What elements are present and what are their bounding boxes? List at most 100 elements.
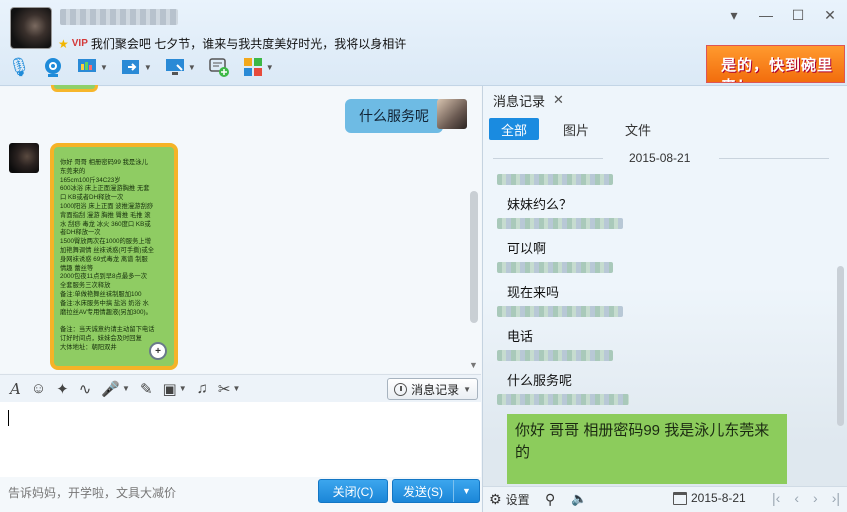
maximize-button[interactable]: ☐ — [789, 6, 807, 24]
next-page-icon[interactable]: › — [813, 490, 818, 506]
prev-page-icon[interactable]: ‹ — [794, 490, 799, 506]
text-ad-link[interactable]: 告诉妈妈，开学啦，文具大减价 — [8, 484, 176, 501]
microphone-icon: 🎙 — [7, 56, 31, 77]
chevron-down-icon[interactable]: ▼ — [232, 384, 240, 393]
my-avatar[interactable] — [437, 99, 467, 129]
close-window-button[interactable]: ✕ — [821, 6, 839, 24]
history-footer: ⚙ 设置 ⚲ 🔈 2015-8-21 |‹ ‹ › ›| — [483, 486, 847, 512]
settings-label: 设置 — [505, 493, 530, 507]
input-toolbar: A ☺ ✦ ∿ 🎤 ▼ ✎ ▣ ▼ ♫ ✂ ▼ 消息记录 ▼ — [0, 374, 481, 402]
image-message-line: 东莞来的 — [60, 167, 86, 175]
webcam-icon — [42, 56, 64, 78]
send-button[interactable]: 发送(S) ▼ — [392, 479, 480, 503]
chevron-down-icon[interactable]: ▼ — [463, 385, 471, 394]
emoji-icon[interactable]: ☺ — [31, 380, 46, 397]
calendar-icon — [673, 491, 687, 505]
remote-desktop-button[interactable]: ▼ — [164, 54, 196, 80]
music-icon[interactable]: ♫ — [197, 380, 208, 397]
vip-badge: VIP — [71, 38, 88, 49]
close-tab-icon[interactable]: ✕ — [553, 92, 564, 108]
settings-button[interactable]: ⚙ 设置 — [489, 491, 530, 508]
apps-grid-icon — [242, 56, 264, 78]
clock-icon — [394, 382, 408, 396]
chevron-down-icon[interactable]: ▼ — [144, 63, 152, 72]
font-icon[interactable]: A — [10, 380, 21, 398]
screenshot-scissors-icon[interactable]: ✂ ▼ — [218, 380, 241, 398]
chat-toolbar: 🎙 ▼ ▼ ▼ ▼ — [8, 54, 274, 80]
close-button[interactable]: 关闭(C) — [318, 479, 388, 503]
first-page-icon[interactable]: |‹ — [772, 490, 780, 506]
history-message-text: 可以啊 — [507, 241, 547, 256]
outgoing-message-bubble[interactable]: 什么服务呢 — [345, 99, 450, 133]
chevron-down-icon[interactable]: ▼ — [266, 63, 274, 72]
edit-icon[interactable]: ✎ — [140, 380, 153, 398]
image-message-line: 者DH释放一次 — [60, 229, 101, 237]
send-options-dropdown[interactable]: ▼ — [453, 480, 479, 502]
ad-banner-text: 是的，快到碗里来！ — [721, 57, 834, 82]
presentation-icon — [76, 56, 98, 78]
filter-images[interactable]: 图片 — [551, 118, 601, 140]
message-input[interactable] — [0, 402, 481, 477]
audio-button[interactable]: 🔈 — [571, 491, 587, 507]
zoom-icon[interactable]: + — [149, 342, 167, 360]
signature-row: ★ VIP 我们聚会吧 七夕节，谁来与我共度美好时光，我将以身相许 — [58, 35, 406, 52]
image-message-line: 备注:水床服务中搞 盐浴 奶浴 水 — [60, 299, 149, 307]
magic-wand-icon[interactable]: ✦ — [56, 380, 69, 398]
history-message-text: 现在来吗 — [507, 285, 560, 300]
history-image-message[interactable]: 你好 哥哥 相册密码99 我是泳儿东莞来的 — [507, 414, 787, 484]
history-message-text: 电话 — [507, 329, 534, 344]
chat-scrollbar[interactable] — [470, 95, 478, 335]
menu-arrow-icon[interactable]: ▾ — [725, 6, 743, 24]
create-discussion-button[interactable] — [208, 54, 230, 80]
history-sender-blurred — [497, 306, 623, 317]
image-message[interactable]: 你好 哥哥 相册密码99 我是泳儿 东莞来的 165cm100斤34C23岁 600冰… — [50, 143, 178, 370]
search-icon: ⚲ — [545, 491, 556, 507]
tab-message-history[interactable]: 消息记录 ✕ — [487, 89, 570, 111]
text-cursor — [8, 410, 9, 426]
scroll-down-arrow-icon[interactable]: ▼ — [469, 360, 478, 370]
chevron-down-icon[interactable]: ▼ — [179, 384, 187, 393]
chevron-down-icon[interactable]: ▼ — [100, 63, 108, 72]
monitor-icon — [164, 56, 186, 78]
message-history-label: 消息记录 — [411, 382, 460, 397]
date-separator: 2015-08-21 — [489, 150, 829, 166]
image-message-line: 1000阳浴 床上正面 波推漫游刮痧 — [60, 202, 154, 210]
image-icon[interactable]: ▣ ▼ — [163, 380, 187, 398]
image-message-line: 身网袜诱惑 69式毒龙 离谱 制服 — [60, 255, 148, 263]
star-icon: ★ — [58, 36, 69, 51]
video-call-button[interactable] — [42, 54, 64, 80]
image-message-line: 1500臀放两次在1000的服务上增 — [60, 238, 151, 246]
image-message-line — [60, 317, 170, 326]
filter-all[interactable]: 全部 — [489, 118, 540, 140]
history-sender-blurred — [497, 350, 613, 361]
date-picker[interactable]: 2015-8-21 — [673, 491, 746, 505]
history-scrollbar[interactable] — [837, 266, 844, 426]
history-message-text: 妹妹约么？ — [507, 197, 573, 212]
history-sender-blurred — [497, 218, 623, 229]
voice-call-button[interactable]: 🎙 — [7, 54, 31, 80]
filter-files[interactable]: 文件 — [613, 118, 663, 140]
image-message-line: 全套服务三次释放 — [60, 282, 111, 290]
contact-avatar[interactable] — [10, 7, 52, 49]
history-filter-tabs: 全部 图片 文件 — [489, 118, 675, 140]
apps-button[interactable]: ▼ — [242, 54, 274, 80]
send-file-button[interactable]: ▼ — [120, 54, 152, 80]
message-history-panel: 消息记录 ✕ 全部 图片 文件 2015-08-21 妹妹约么？ 可以啊 现在来… — [482, 86, 847, 512]
search-button[interactable]: ⚲ — [545, 491, 555, 508]
shake-window-icon[interactable]: ∿ — [79, 380, 92, 398]
history-sender-blurred — [497, 394, 629, 405]
message-history-button[interactable]: 消息记录 ▼ — [387, 378, 478, 400]
chevron-down-icon[interactable]: ▼ — [122, 384, 130, 393]
previous-image-message[interactable] — [51, 85, 98, 92]
contact-message-avatar[interactable] — [9, 143, 39, 173]
bottom-bar: 告诉妈妈，开学啦，文具大减价 关闭(C) 发送(S) ▼ — [0, 477, 481, 512]
voice-message-icon[interactable]: 🎤 ▼ — [101, 380, 130, 398]
image-message-line: 600冰浴 床上正面漫游胸推 无套 — [60, 185, 150, 193]
remote-demo-button[interactable]: ▼ — [76, 54, 108, 80]
minimize-button[interactable]: — — [757, 6, 775, 24]
chat-scrollbar-thumb[interactable] — [470, 191, 478, 323]
ad-banner[interactable]: 是的，快到碗里来！ — [706, 45, 845, 83]
window-controls: ▾ — ☐ ✕ — [725, 6, 839, 24]
chevron-down-icon[interactable]: ▼ — [188, 63, 196, 72]
last-page-icon[interactable]: ›| — [832, 490, 840, 506]
